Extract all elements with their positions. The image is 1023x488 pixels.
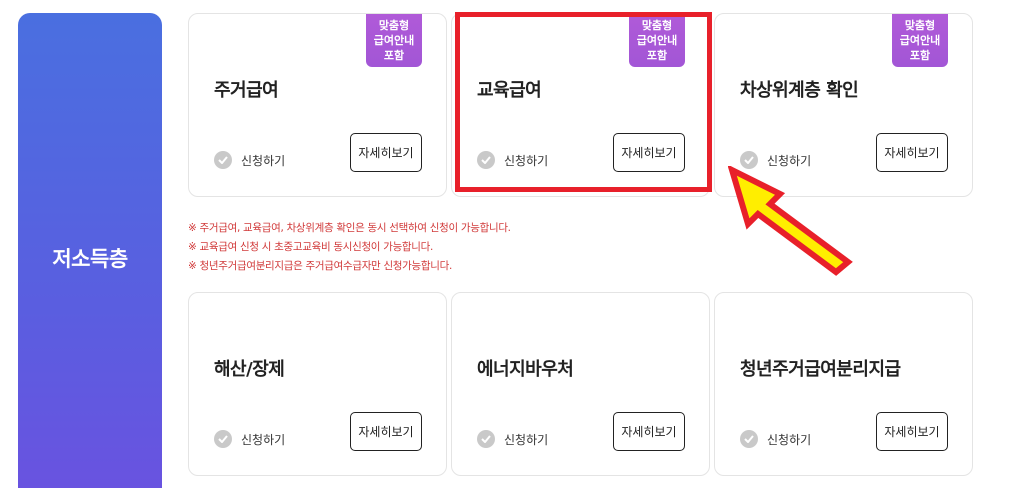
card-energy-voucher: 에너지바우처 신청하기 자세히보기 — [451, 292, 710, 476]
check-circle-icon — [214, 430, 232, 448]
apply-label: 신청하기 — [241, 432, 286, 447]
card-title: 해산/장제 — [214, 359, 285, 380]
apply-label: 신청하기 — [504, 432, 549, 447]
notice-item: ※ 주거급여, 교육급여, 차상위계층 확인은 동시 선택하여 신청이 가능합니… — [188, 222, 511, 234]
check-circle-icon — [214, 151, 232, 169]
notice-item: ※ 청년주거급여분리지급은 주거급여수급자만 신청가능합니다. — [188, 260, 453, 272]
card-title: 차상위계층 확인 — [740, 80, 859, 101]
apply-label: 신청하기 — [241, 153, 286, 168]
details-button[interactable]: 자세히보기 — [350, 412, 422, 451]
highlight-box — [455, 12, 712, 192]
details-button[interactable]: 자세히보기 — [613, 412, 685, 451]
apply-checkbox[interactable]: 신청하기 — [214, 430, 285, 448]
sidebar-title: 저소득층 — [52, 247, 128, 271]
details-button[interactable]: 자세히보기 — [350, 133, 422, 172]
sidebar-category: 저소득층 — [18, 13, 162, 488]
apply-label: 신청하기 — [767, 432, 812, 447]
card-housing-benefit: 맞춤형 급여안내 포함 주거급여 신청하기 자세히보기 — [188, 13, 447, 197]
details-button[interactable]: 자세히보기 — [876, 133, 948, 172]
details-button[interactable]: 자세히보기 — [876, 412, 948, 451]
card-title: 주거급여 — [214, 80, 279, 101]
apply-checkbox[interactable]: 신청하기 — [740, 430, 811, 448]
custom-benefit-badge: 맞춤형 급여안내 포함 — [366, 14, 422, 67]
card-childbirth-funeral: 해산/장제 신청하기 자세히보기 — [188, 292, 447, 476]
arrow-icon — [728, 166, 853, 276]
card-title: 에너지바우처 — [477, 359, 574, 380]
apply-checkbox[interactable]: 신청하기 — [477, 430, 548, 448]
notice-item: ※ 교육급여 신청 시 초중고교육비 동시신청이 가능합니다. — [188, 241, 434, 253]
apply-checkbox[interactable]: 신청하기 — [214, 151, 285, 169]
notice-list: ※ 주거급여, 교육급여, 차상위계층 확인은 동시 선택하여 신청이 가능합니… — [188, 219, 511, 276]
check-circle-icon — [477, 430, 495, 448]
card-title: 청년주거급여분리지급 — [740, 359, 901, 380]
check-circle-icon — [740, 430, 758, 448]
custom-benefit-badge: 맞춤형 급여안내 포함 — [892, 14, 948, 67]
card-youth-housing-separate: 청년주거급여분리지급 신청하기 자세히보기 — [714, 292, 973, 476]
